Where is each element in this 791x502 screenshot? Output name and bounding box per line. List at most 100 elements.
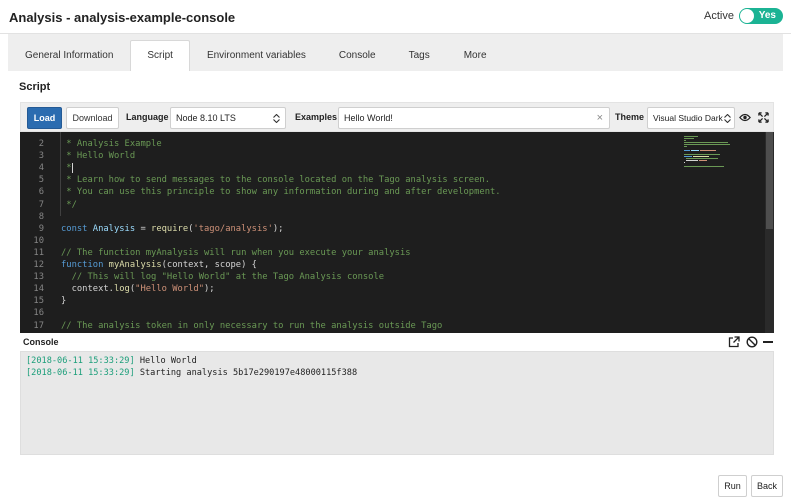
minus-icon[interactable] [762,336,774,348]
examples-select[interactable]: Hello World! × [338,107,610,129]
tab-bar: General Information Script Environment v… [8,40,504,72]
active-label: Active [704,10,734,22]
code-line: 14 context.log("Hello World"); [20,283,740,295]
line-number: 3 [38,151,44,162]
code-editor[interactable]: 2 * Analysis Example 3 * Hello World 4 * 5 … [20,132,774,333]
load-button[interactable]: Load [27,107,62,129]
eye-icon[interactable] [739,111,751,124]
line-number: 4 [38,163,44,174]
code-token: const [61,223,93,234]
code-token: // The function myAnalysis will run when… [61,247,411,258]
code-line: 17 // The analysis token in only necessar… [20,320,740,332]
language-label: Language [126,112,169,122]
ban-icon[interactable] [746,336,758,348]
expand-icon[interactable] [758,111,769,124]
code-token: context. [61,284,114,295]
code-token: } [61,296,67,307]
code-token: "Hello World" [135,284,205,295]
active-toggle[interactable]: Yes [739,8,783,24]
code-line: 6 * You can use this principle to show a… [20,186,740,198]
tab-general-information[interactable]: General Information [8,40,130,72]
code-text: * Learn how to send messages to the cons… [61,174,490,186]
code-text: * You can use this principle to show any… [61,186,501,198]
examples-label: Examples [295,112,338,122]
log-message: Hello World [134,356,197,366]
code-line: 15} [20,295,740,307]
code-token: = [135,223,152,234]
active-control: Active Yes [704,8,783,24]
theme-value: Visual Studio Dark [653,113,723,123]
theme-label: Theme [615,112,645,122]
download-button[interactable]: Download [66,107,119,129]
scrollbar-thumb[interactable] [766,132,773,229]
toggle-label: Yes [758,10,776,21]
select-caret-icon [724,114,731,123]
log-line: [2018-06-11 15:33:29] Starting analysis … [26,367,357,379]
line-number: 6 [38,187,44,198]
line-number: 14 [33,284,44,295]
panel-title: Script [19,81,51,93]
run-button[interactable]: Run [718,475,747,497]
code-line: 4 * [20,162,740,174]
line-number: 9 [38,223,44,234]
code-text: * Analysis Example [61,138,162,150]
code-text: // This will log "Hello World" at the Ta… [61,271,385,283]
title-bar: Analysis - analysis-example-console Acti… [0,0,791,34]
code-token: * Hello World [61,151,136,162]
text-cursor [71,162,73,173]
console-output: [2018-06-11 15:33:29] Hello World [2018-… [20,351,774,455]
code-line: 13 // This will log "Hello World" at the… [20,271,740,283]
code-token: function [61,260,109,270]
code-token: * [61,163,72,174]
log-message: Starting analysis 5b17e290197e48000115f3… [134,368,358,378]
code-token: // This will log "Hello World" at the Ta… [61,272,385,283]
tab-tags[interactable]: Tags [392,40,447,72]
theme-select[interactable]: Visual Studio Dark [647,107,735,129]
language-select[interactable]: Node 8.10 LTS [170,107,286,129]
line-number: 16 [33,308,44,319]
code-token: ); [272,223,284,234]
code-token: * Learn how to send messages to the cons… [61,175,490,186]
code-line: 2 * Analysis Example [20,138,740,150]
log-timestamp: [2018-06-11 15:33:29] [26,356,135,366]
editor-scrollbar[interactable] [765,132,774,333]
code-line: 12 function myAnalysis(context, scope) { [20,259,740,271]
line-number: 10 [33,235,44,246]
code-line: 11 // The function myAnalysis will run wh… [20,247,740,259]
select-caret-icon [273,114,280,123]
line-number: 13 [33,272,44,283]
editor-toolbar: Load Download Language Node 8.10 LTS Exa… [20,102,774,132]
code-text: * [61,162,73,174]
line-number: 2 [38,139,44,149]
line-number: 11 [33,247,44,258]
examples-value: Hello World! [344,113,393,123]
tab-more[interactable]: More [447,40,504,72]
code-line: 8 [20,211,740,223]
code-token: * Analysis Example [61,139,162,149]
console-title: Console [23,337,59,347]
code-text: context.log("Hello World"); [61,283,215,295]
line-number: 8 [38,211,44,222]
code-token: (context, scope) { [161,260,257,270]
external-link-icon[interactable] [728,336,740,348]
tab-script[interactable]: Script [130,40,190,72]
tab-console[interactable]: Console [323,40,392,72]
minimap[interactable] [680,134,760,174]
code-token: * You can use this principle to show any… [61,187,501,198]
page-title: Analysis - analysis-example-console [9,10,236,25]
log-timestamp: [2018-06-11 15:33:29] [26,368,135,378]
code-token: Analysis [92,223,136,234]
code-text: const Analysis = require('tago/analysis'… [61,223,283,235]
line-number: 7 [38,199,44,210]
code-token: 'tago/analysis' [193,223,273,234]
tab-environment-variables[interactable]: Environment variables [190,40,323,72]
code-token: myAnalysis [108,260,162,270]
code-text: * Hello World [61,150,135,162]
code-text: */ [61,199,77,211]
script-panel: Script Load Download Language Node 8.10 … [8,71,783,466]
back-button[interactable]: Back [751,475,783,497]
line-number: 5 [38,175,44,186]
clear-icon[interactable]: × [597,108,603,128]
code-line: 10 [20,235,740,247]
code-line: 5 * Learn how to send messages to the co… [20,174,740,186]
